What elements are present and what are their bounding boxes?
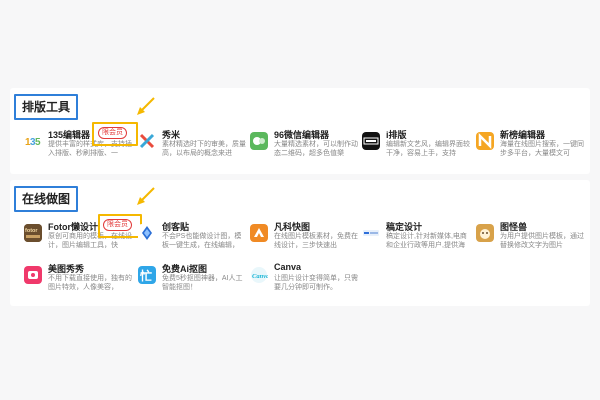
tool-desc: 稿定设计,针对新媒体,电商和企业行政等用户,提供海: [386, 233, 467, 249]
tool-tuguaishou[interactable]: 图怪兽 为用户提供图片模板，通过替换修改文字为图片: [476, 220, 584, 258]
xinbang-logo-icon: [476, 132, 494, 150]
tool-desc: 海量在线图片搜索，一键同步多平台，大量模文可: [500, 141, 584, 157]
tool-ai-koutu[interactable]: 忙 免费Ai抠图 免费5秒抠图神器，AI人工智能抠图！: [138, 262, 246, 300]
section-title-layout-tools: 排版工具: [14, 94, 79, 120]
tool-desc: 编辑新文艺风，编辑界面较干净，容易上手，支持: [386, 141, 470, 157]
tuguaishou-logo-icon: [476, 224, 494, 242]
chuangketie-logo-icon: [138, 224, 156, 242]
fanke-logo-icon: [250, 224, 268, 242]
online-design-panel: 在线做图 fotor Fotor懒设计 原创可商用的模板，在线设计，图片编辑工具…: [10, 180, 590, 306]
tool-canva[interactable]: Canva Canva 让图片设计变得简单，只需要几分钟即可制作。: [250, 262, 358, 300]
tool-chuangketie[interactable]: 创客贴 不会PS也能做设计图，模板一键生成，在线编辑，: [138, 220, 246, 258]
tool-desc: 免费5秒抠图神器，AI人工智能抠图！: [162, 275, 243, 291]
fotor-logo-icon: fotor: [24, 224, 42, 242]
member-badge: 限会员: [98, 127, 127, 139]
layout-tools-panel: 排版工具 135 135编辑器 提供丰富的样式库，支持插入排版、秒刷排版、一 限…: [10, 88, 590, 174]
canva-logo-icon: Canva: [250, 266, 268, 284]
svg-text:fotor: fotor: [25, 228, 38, 234]
tool-desc: 不会PS也能做设计图，模板一键生成，在线编辑，: [162, 233, 242, 249]
section-title-online-design: 在线做图: [14, 186, 79, 212]
ai-koutu-logo-icon: 忙: [138, 266, 156, 284]
xiumi-logo-icon: [138, 132, 156, 150]
tool-ipaiban[interactable]: i排版 编辑新文艺风，编辑界面较干净，容易上手，支持: [362, 128, 470, 166]
member-badge: 限会员: [103, 219, 132, 231]
tool-desc: 为用户提供图片模板，通过替换修改文字为图片: [500, 233, 584, 249]
tool-desc: 大量精选素材，可以制作动态二维码，超多色值樂: [274, 141, 358, 157]
tool-desc: 让图片设计变得简单，只需要几分钟即可制作。: [274, 275, 358, 291]
tool-96-editor[interactable]: 96微信编辑器 大量精选素材，可以制作动态二维码，超多色值樂: [250, 128, 358, 166]
tool-desc: 在线图片模板素材，免费在线设计，三步快速出: [274, 233, 358, 249]
135-logo-icon: 135: [24, 132, 42, 150]
svg-text:Canva: Canva: [252, 273, 268, 280]
svg-text:5: 5: [35, 137, 41, 148]
gaoding-logo-icon: [362, 224, 380, 242]
meitu-logo-icon: [24, 266, 42, 284]
tool-gaoding[interactable]: 稿定设计 稿定设计,针对新媒体,电商和企业行政等用户,提供海: [362, 220, 470, 258]
annotation-arrow-icon: [137, 97, 155, 115]
tool-meitu[interactable]: 美图秀秀 不用下载直接使用，独有的图片特效，人像美容，: [24, 262, 132, 300]
svg-text:忙: 忙: [140, 268, 152, 283]
annotation-arrow-icon: [137, 187, 155, 205]
tool-desc: 不用下载直接使用，独有的图片特效，人像美容，: [48, 275, 132, 291]
tool-desc: 素材精选时下的审美，质量高，以布局的概念来进: [162, 141, 246, 157]
96-logo-icon: [250, 132, 268, 150]
tool-xinbang[interactable]: 新榜编辑器 海量在线图片搜索，一键同步多平台，大量模文可: [476, 128, 584, 166]
ipaiban-logo-icon: [362, 132, 380, 150]
tool-fanke[interactable]: 凡科快图 在线图片模板素材，免费在线设计，三步快速出: [250, 220, 358, 258]
tool-name: Canva: [274, 262, 302, 272]
tool-xiumi[interactable]: 秀米 素材精选时下的审美，质量高，以布局的概念来进: [138, 128, 246, 166]
